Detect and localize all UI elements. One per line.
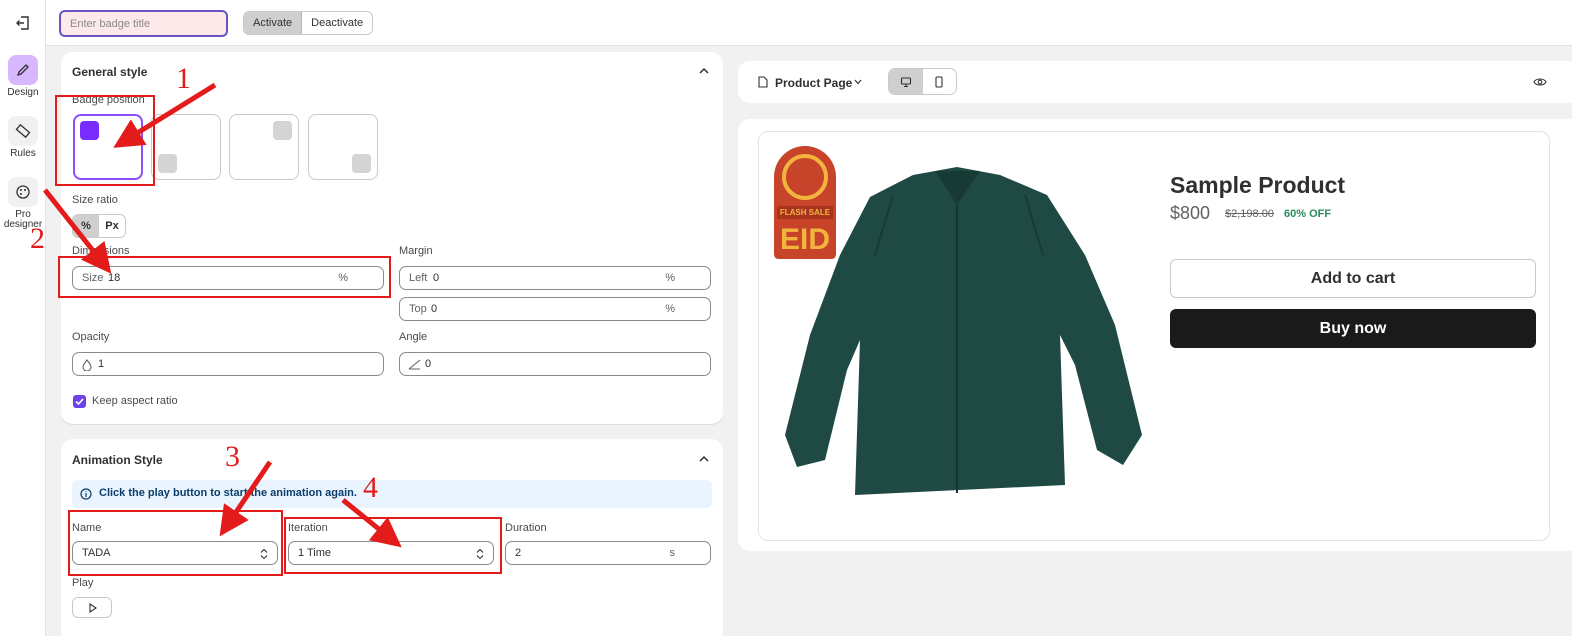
annotation-arrows: [43, 82, 402, 548]
annotation-arrow-3: [219, 460, 273, 537]
annotation-arrow-1: [113, 82, 217, 148]
annotation-arrow-4: [341, 498, 402, 548]
annotation-arrow-2: [43, 188, 112, 274]
